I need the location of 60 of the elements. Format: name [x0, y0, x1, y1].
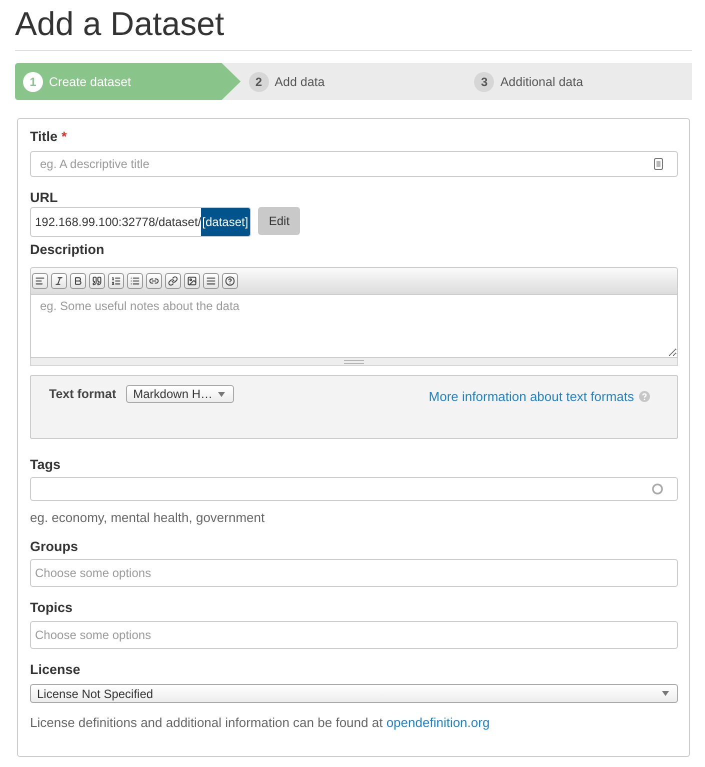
help-link[interactable]: More information about text formats	[428, 389, 634, 404]
text-format-select[interactable]: Markdown H…	[126, 385, 234, 403]
help-icon	[225, 276, 235, 286]
toolbar-button[interactable]	[203, 273, 219, 289]
step-label: Additional data	[500, 74, 584, 88]
title-field[interactable]: eg. A descriptive title	[30, 151, 678, 177]
field-label: Groups	[30, 538, 78, 556]
url-slug: [dataset]	[201, 208, 250, 236]
field-label: Title	[30, 128, 58, 146]
opendefinition-link[interactable]: opendefinition.org	[386, 715, 490, 730]
link-icon	[168, 276, 178, 286]
step-label: Create dataset	[49, 74, 131, 88]
field-hint: eg. economy, mental health, government	[30, 509, 265, 527]
toolbar-button[interactable]	[70, 273, 86, 289]
edit-button[interactable]: Edit	[258, 207, 300, 235]
field-label: License	[30, 661, 80, 679]
required-mark: *	[62, 128, 67, 146]
step-number: 3	[474, 72, 494, 92]
topics-field[interactable]: Choose some options	[30, 621, 678, 649]
toolbar-button[interactable]	[89, 273, 105, 289]
quote-icon	[92, 276, 102, 286]
grip-icon	[344, 360, 364, 364]
field-label: URL	[30, 189, 58, 207]
numbered-list-icon	[111, 276, 121, 286]
help-icon	[639, 391, 650, 402]
caret-icon	[218, 392, 226, 396]
step-number: 1	[23, 72, 43, 92]
license-select[interactable]: License Not Specified	[30, 684, 678, 703]
italic-icon	[54, 276, 64, 286]
toolbar-button[interactable]	[184, 273, 200, 289]
description-field[interactable]: eg. Some useful notes about the data	[30, 294, 678, 358]
groups-field[interactable]: Choose some options	[30, 559, 678, 587]
paragraph-icon	[35, 276, 45, 286]
toolbar-button[interactable]	[222, 273, 238, 289]
resize-handle[interactable]	[30, 358, 678, 366]
toolbar-button[interactable]	[108, 273, 124, 289]
page-title: Add a Dataset	[15, 4, 224, 44]
text-lines-icon	[206, 276, 216, 286]
circle-icon	[652, 484, 663, 494]
field-label: Tags	[30, 456, 61, 474]
url-field[interactable]: 192.168.99.100:32778/dataset/[dataset]	[30, 207, 252, 237]
step-number: 2	[248, 72, 269, 92]
toolbar-button[interactable]	[32, 273, 48, 289]
toolbar-button[interactable]	[127, 273, 143, 289]
image-icon	[187, 276, 197, 286]
field-label: Text format	[49, 387, 116, 401]
field-label: Topics	[30, 599, 73, 617]
bold-icon	[73, 276, 83, 286]
field-label: Description	[30, 241, 104, 259]
toolbar-button[interactable]	[51, 273, 67, 289]
step-label: Add data	[274, 74, 325, 88]
toolbar-button[interactable]	[165, 273, 181, 289]
url-prefix: 192.168.99.100:32778/dataset/	[35, 214, 202, 231]
tags-field[interactable]	[30, 477, 678, 501]
document-icon	[654, 158, 663, 170]
caret-icon	[662, 691, 669, 696]
toolbar-button[interactable]	[146, 273, 162, 289]
chain-icon	[149, 276, 159, 286]
bullet-list-icon	[130, 276, 140, 286]
help-text: License definitions and additional information can be found at opendefinition.org	[30, 714, 490, 732]
